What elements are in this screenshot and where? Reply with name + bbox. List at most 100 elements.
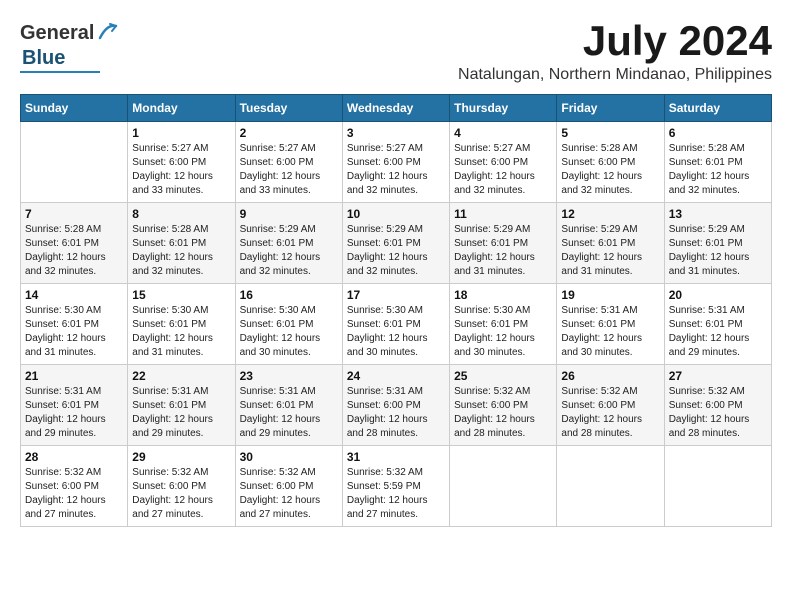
- day-info: Sunrise: 5:29 AM Sunset: 6:01 PM Dayligh…: [240, 223, 338, 279]
- table-row: 28 Sunrise: 5:32 AM Sunset: 6:00 PM Dayli…: [21, 446, 128, 527]
- day-info: Sunrise: 5:31 AM Sunset: 6:01 PM Dayligh…: [561, 304, 659, 360]
- day-info: Sunrise: 5:31 AM Sunset: 6:00 PM Dayligh…: [347, 385, 445, 441]
- logo: General Blue: [20, 20, 118, 73]
- day-number: 6: [669, 126, 767, 140]
- table-row: 8Sunrise: 5:28 AM Sunset: 6:01 PM Daylig…: [128, 203, 235, 284]
- table-row: 27 Sunrise: 5:32 AM Sunset: 6:00 PM Dayli…: [664, 365, 771, 446]
- day-info: Sunrise: 5:32 AM Sunset: 6:00 PM Dayligh…: [561, 385, 659, 441]
- day-info: Sunrise: 5:27 AM Sunset: 6:00 PM Dayligh…: [132, 142, 230, 198]
- table-row: [450, 446, 557, 527]
- table-row: 1 Sunrise: 5:27 AM Sunset: 6:00 PM Daylig…: [128, 122, 235, 203]
- month-year-title: July 2024: [458, 20, 772, 62]
- table-row: 13 Sunrise: 5:29 AM Sunset: 6:01 PM Dayli…: [664, 203, 771, 284]
- day-number: 9: [240, 207, 338, 221]
- table-row: 23 Sunrise: 5:31 AM Sunset: 6:01 PM Dayli…: [235, 365, 342, 446]
- day-info: Sunrise: 5:30 AM Sunset: 6:01 PM Dayligh…: [454, 304, 552, 360]
- col-header-thursday: Thursday: [450, 95, 557, 122]
- table-row: 22 Sunrise: 5:31 AM Sunset: 6:01 PM Dayli…: [128, 365, 235, 446]
- logo-blue-text: Blue: [22, 47, 65, 69]
- day-info: Sunrise: 5:28 AM Sunset: 6:01 PM Dayligh…: [669, 142, 767, 198]
- day-number: 22: [132, 369, 230, 383]
- day-number: 1: [132, 126, 230, 140]
- day-number: 21: [25, 369, 123, 383]
- day-number: 19: [561, 288, 659, 302]
- table-row: 10 Sunrise: 5:29 AM Sunset: 6:01 PM Dayli…: [342, 203, 449, 284]
- day-info: Sunrise: 5:27 AM Sunset: 6:00 PM Dayligh…: [454, 142, 552, 198]
- day-info: Sunrise: 5:32 AM Sunset: 6:00 PM Dayligh…: [240, 466, 338, 522]
- table-row: 19 Sunrise: 5:31 AM Sunset: 6:01 PM Dayli…: [557, 284, 664, 365]
- day-info: Sunrise: 5:28 AM Sunset: 6:01 PM Dayligh…: [132, 223, 230, 279]
- table-row: 31 Sunrise: 5:32 AM Sunset: 5:59 PM Dayli…: [342, 446, 449, 527]
- day-number: 23: [240, 369, 338, 383]
- day-number: 18: [454, 288, 552, 302]
- day-info: Sunrise: 5:30 AM Sunset: 6:01 PM Dayligh…: [347, 304, 445, 360]
- day-number: 5: [561, 126, 659, 140]
- day-number: 10: [347, 207, 445, 221]
- table-row: 26 Sunrise: 5:32 AM Sunset: 6:00 PM Dayli…: [557, 365, 664, 446]
- table-row: 4 Sunrise: 5:27 AM Sunset: 6:00 PM Daylig…: [450, 122, 557, 203]
- day-number: 15: [132, 288, 230, 302]
- day-number: 16: [240, 288, 338, 302]
- table-row: [21, 122, 128, 203]
- table-row: [557, 446, 664, 527]
- table-row: 18 Sunrise: 5:30 AM Sunset: 6:01 PM Dayli…: [450, 284, 557, 365]
- day-number: 7: [25, 207, 123, 221]
- calendar-table: SundayMondayTuesdayWednesdayThursdayFrid…: [20, 94, 772, 527]
- day-number: 31: [347, 450, 445, 464]
- table-row: 17 Sunrise: 5:30 AM Sunset: 6:01 PM Dayli…: [342, 284, 449, 365]
- day-number: 12: [561, 207, 659, 221]
- day-number: 13: [669, 207, 767, 221]
- day-info: Sunrise: 5:30 AM Sunset: 6:01 PM Dayligh…: [25, 304, 123, 360]
- day-info: Sunrise: 5:32 AM Sunset: 6:00 PM Dayligh…: [132, 466, 230, 522]
- day-number: 26: [561, 369, 659, 383]
- table-row: 5Sunrise: 5:28 AM Sunset: 6:00 PM Daylig…: [557, 122, 664, 203]
- day-number: 3: [347, 126, 445, 140]
- col-header-wednesday: Wednesday: [342, 95, 449, 122]
- col-header-monday: Monday: [128, 95, 235, 122]
- col-header-friday: Friday: [557, 95, 664, 122]
- logo-general-text: General: [20, 22, 94, 45]
- table-row: 7Sunrise: 5:28 AM Sunset: 6:01 PM Daylig…: [21, 203, 128, 284]
- table-row: 24Sunrise: 5:31 AM Sunset: 6:00 PM Dayli…: [342, 365, 449, 446]
- table-row: 29 Sunrise: 5:32 AM Sunset: 6:00 PM Dayli…: [128, 446, 235, 527]
- day-info: Sunrise: 5:29 AM Sunset: 6:01 PM Dayligh…: [669, 223, 767, 279]
- table-row: 21Sunrise: 5:31 AM Sunset: 6:01 PM Dayli…: [21, 365, 128, 446]
- location-subtitle: Natalungan, Northern Mindanao, Philippin…: [458, 66, 772, 84]
- day-number: 27: [669, 369, 767, 383]
- table-row: 11Sunrise: 5:29 AM Sunset: 6:01 PM Dayli…: [450, 203, 557, 284]
- day-info: Sunrise: 5:31 AM Sunset: 6:01 PM Dayligh…: [240, 385, 338, 441]
- day-info: Sunrise: 5:29 AM Sunset: 6:01 PM Dayligh…: [347, 223, 445, 279]
- day-info: Sunrise: 5:32 AM Sunset: 6:00 PM Dayligh…: [669, 385, 767, 441]
- day-info: Sunrise: 5:29 AM Sunset: 6:01 PM Dayligh…: [454, 223, 552, 279]
- day-info: Sunrise: 5:30 AM Sunset: 6:01 PM Dayligh…: [132, 304, 230, 360]
- day-info: Sunrise: 5:27 AM Sunset: 6:00 PM Dayligh…: [347, 142, 445, 198]
- day-number: 4: [454, 126, 552, 140]
- title-section: July 2024 Natalungan, Northern Mindanao,…: [458, 20, 772, 84]
- day-number: 20: [669, 288, 767, 302]
- day-number: 17: [347, 288, 445, 302]
- day-info: Sunrise: 5:29 AM Sunset: 6:01 PM Dayligh…: [561, 223, 659, 279]
- day-info: Sunrise: 5:30 AM Sunset: 6:01 PM Dayligh…: [240, 304, 338, 360]
- table-row: 14Sunrise: 5:30 AM Sunset: 6:01 PM Dayli…: [21, 284, 128, 365]
- table-row: 9 Sunrise: 5:29 AM Sunset: 6:01 PM Daylig…: [235, 203, 342, 284]
- col-header-saturday: Saturday: [664, 95, 771, 122]
- day-info: Sunrise: 5:32 AM Sunset: 6:00 PM Dayligh…: [454, 385, 552, 441]
- col-header-tuesday: Tuesday: [235, 95, 342, 122]
- day-info: Sunrise: 5:31 AM Sunset: 6:01 PM Dayligh…: [669, 304, 767, 360]
- day-number: 25: [454, 369, 552, 383]
- day-info: Sunrise: 5:27 AM Sunset: 6:00 PM Dayligh…: [240, 142, 338, 198]
- col-header-sunday: Sunday: [21, 95, 128, 122]
- day-number: 28: [25, 450, 123, 464]
- day-number: 29: [132, 450, 230, 464]
- logo-swoosh-icon: [96, 20, 118, 47]
- day-number: 2: [240, 126, 338, 140]
- table-row: 6 Sunrise: 5:28 AM Sunset: 6:01 PM Daylig…: [664, 122, 771, 203]
- day-number: 30: [240, 450, 338, 464]
- table-row: 2 Sunrise: 5:27 AM Sunset: 6:00 PM Daylig…: [235, 122, 342, 203]
- day-info: Sunrise: 5:31 AM Sunset: 6:01 PM Dayligh…: [132, 385, 230, 441]
- table-row: 3 Sunrise: 5:27 AM Sunset: 6:00 PM Daylig…: [342, 122, 449, 203]
- table-row: 16 Sunrise: 5:30 AM Sunset: 6:01 PM Dayli…: [235, 284, 342, 365]
- day-info: Sunrise: 5:32 AM Sunset: 6:00 PM Dayligh…: [25, 466, 123, 522]
- day-info: Sunrise: 5:32 AM Sunset: 5:59 PM Dayligh…: [347, 466, 445, 522]
- table-row: 25 Sunrise: 5:32 AM Sunset: 6:00 PM Dayli…: [450, 365, 557, 446]
